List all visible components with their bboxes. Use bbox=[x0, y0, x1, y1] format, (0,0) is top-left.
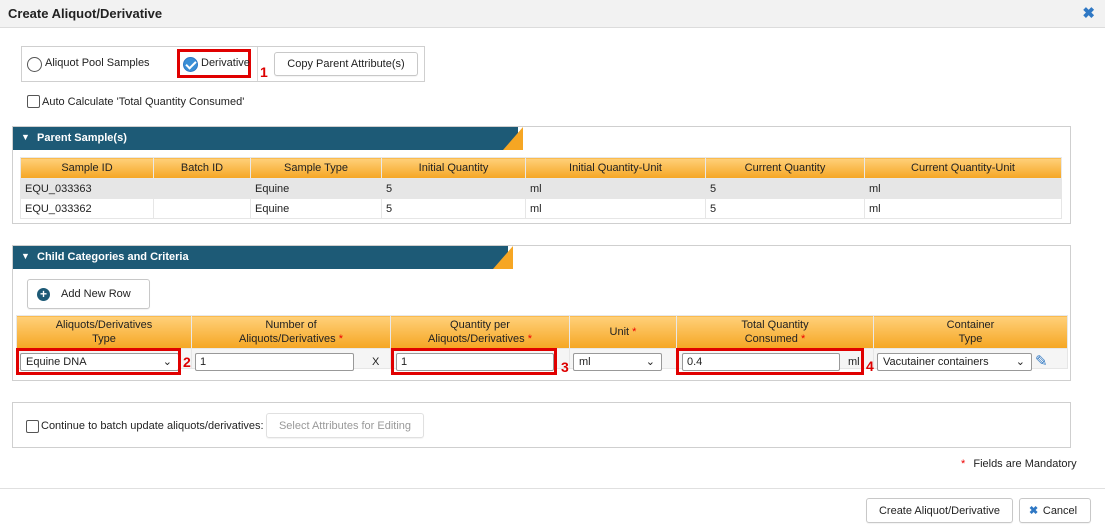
column-header-container[interactable]: Container Type bbox=[873, 315, 1068, 349]
required-mark: * bbox=[338, 333, 343, 345]
chevron-down-icon: ⌄ bbox=[645, 356, 655, 368]
required-mark: * bbox=[961, 458, 966, 470]
table-cell: ml bbox=[525, 178, 706, 199]
highlight-total-quantity bbox=[676, 348, 864, 375]
marker-3: 3 bbox=[561, 359, 569, 375]
add-new-row-button[interactable]: + Add New Row bbox=[27, 279, 150, 309]
footer-divider bbox=[0, 488, 1105, 489]
marker-1: 1 bbox=[260, 64, 268, 80]
chevron-down-icon: ⌄ bbox=[1015, 356, 1025, 368]
column-header[interactable]: Initial Quantity bbox=[381, 157, 526, 179]
copy-parent-attributes-button[interactable]: Copy Parent Attribute(s) bbox=[274, 52, 418, 76]
marker-4: 4 bbox=[866, 358, 874, 374]
number-of-aliquots-input[interactable]: 1 bbox=[195, 353, 354, 371]
column-header-total[interactable]: Total Quantity Consumed * bbox=[676, 315, 874, 349]
column-header[interactable]: Initial Quantity-Unit bbox=[525, 157, 706, 179]
table-cell bbox=[153, 178, 251, 199]
column-header[interactable]: Current Quantity-Unit bbox=[864, 157, 1062, 179]
child-criteria-title: Child Categories and Criteria bbox=[37, 251, 189, 263]
table-cell: EQU_033362 bbox=[20, 198, 154, 219]
column-header[interactable]: Sample Type bbox=[250, 157, 382, 179]
container-cell: Vacutainer containers ⌄ ✎ bbox=[873, 348, 1068, 371]
table-row[interactable]: EQU_033363 Equine 5 ml 5 ml bbox=[20, 178, 1062, 199]
auto-calculate-label: Auto Calculate 'Total Quantity Consumed' bbox=[42, 96, 245, 108]
table-header-row: Sample ID Batch ID Sample Type Initial Q… bbox=[20, 157, 1062, 179]
parent-samples-header[interactable]: ▼ Parent Sample(s) bbox=[13, 127, 1070, 150]
table-cell: 5 bbox=[705, 198, 865, 219]
table-cell: ml bbox=[525, 198, 706, 219]
radio-derivative-label: Derivative bbox=[201, 57, 250, 69]
column-header[interactable]: Batch ID bbox=[153, 157, 251, 179]
add-circle-icon: + bbox=[37, 288, 50, 301]
parent-samples-title: Parent Sample(s) bbox=[37, 132, 127, 144]
table-cell: Equine bbox=[250, 198, 382, 219]
dialog-title: Create Aliquot/Derivative bbox=[8, 6, 163, 21]
create-aliquot-button[interactable]: Create Aliquot/Derivative bbox=[866, 498, 1013, 523]
table-row[interactable]: EQU_033362 Equine 5 ml 5 ml bbox=[20, 198, 1062, 219]
multiply-symbol: X bbox=[372, 356, 380, 368]
child-criteria-header[interactable]: ▼ Child Categories and Criteria bbox=[13, 246, 1070, 269]
column-header-type[interactable]: Aliquots/Derivatives Type bbox=[16, 315, 192, 349]
dialog-titlebar: Create Aliquot/Derivative ✖ bbox=[0, 0, 1105, 28]
table-header-row: Aliquots/Derivatives Type Number of Aliq… bbox=[16, 315, 1068, 349]
select-attributes-button[interactable]: Select Attributes for Editing bbox=[266, 413, 424, 438]
column-header-unit[interactable]: Unit * bbox=[569, 315, 677, 349]
unit-select[interactable]: ml ⌄ bbox=[573, 353, 662, 371]
required-mark: * bbox=[800, 333, 806, 345]
column-header-number[interactable]: Number of Aliquots/Derivatives * bbox=[191, 315, 391, 349]
table-cell: 5 bbox=[381, 198, 526, 219]
table-cell: EQU_033363 bbox=[20, 178, 154, 199]
table-cell: 5 bbox=[705, 178, 865, 199]
radio-aliquot-pool-label: Aliquot Pool Samples bbox=[45, 57, 150, 69]
radio-derivative[interactable] bbox=[183, 57, 198, 72]
close-icon[interactable]: ✖ bbox=[1082, 4, 1095, 22]
close-icon: ✖ bbox=[1029, 505, 1039, 517]
highlight-type bbox=[16, 348, 181, 375]
collapse-caret-icon[interactable]: ▼ bbox=[21, 251, 30, 261]
table-cell: ml bbox=[864, 178, 1062, 199]
unit-cell: ml ⌄ bbox=[569, 348, 677, 371]
batch-update-checkbox[interactable] bbox=[26, 420, 39, 433]
edit-pencil-icon[interactable]: ✎ bbox=[1035, 352, 1048, 370]
table-cell: ml bbox=[864, 198, 1062, 219]
table-cell: Equine bbox=[250, 178, 382, 199]
marker-2: 2 bbox=[183, 354, 191, 370]
column-header[interactable]: Sample ID bbox=[20, 157, 154, 179]
column-header[interactable]: Current Quantity bbox=[705, 157, 865, 179]
add-new-row-label: Add New Row bbox=[61, 288, 131, 300]
required-mark: * bbox=[632, 326, 637, 338]
required-mark: * bbox=[527, 333, 532, 345]
mandatory-note: * Fields are Mandatory bbox=[961, 458, 1077, 470]
parent-samples-table: Sample ID Batch ID Sample Type Initial Q… bbox=[20, 157, 1062, 219]
container-type-select[interactable]: Vacutainer containers ⌄ bbox=[877, 353, 1032, 371]
parent-samples-panel: ▼ Parent Sample(s) Sample ID Batch ID Sa… bbox=[12, 126, 1071, 224]
collapse-caret-icon[interactable]: ▼ bbox=[21, 132, 30, 142]
batch-update-label: Continue to batch update aliquots/deriva… bbox=[41, 420, 264, 432]
radio-aliquot-pool[interactable] bbox=[27, 57, 42, 72]
number-cell: 1 X bbox=[191, 348, 391, 371]
batch-update-panel: Continue to batch update aliquots/deriva… bbox=[12, 402, 1071, 448]
table-cell bbox=[153, 198, 251, 219]
cancel-button[interactable]: ✖ Cancel bbox=[1019, 498, 1091, 523]
auto-calculate-checkbox[interactable] bbox=[27, 95, 40, 108]
highlight-quantity-per bbox=[391, 348, 557, 375]
mode-divider bbox=[257, 47, 258, 81]
table-cell: 5 bbox=[381, 178, 526, 199]
column-header-qty-per[interactable]: Quantity per Aliquots/Derivatives * bbox=[390, 315, 570, 349]
